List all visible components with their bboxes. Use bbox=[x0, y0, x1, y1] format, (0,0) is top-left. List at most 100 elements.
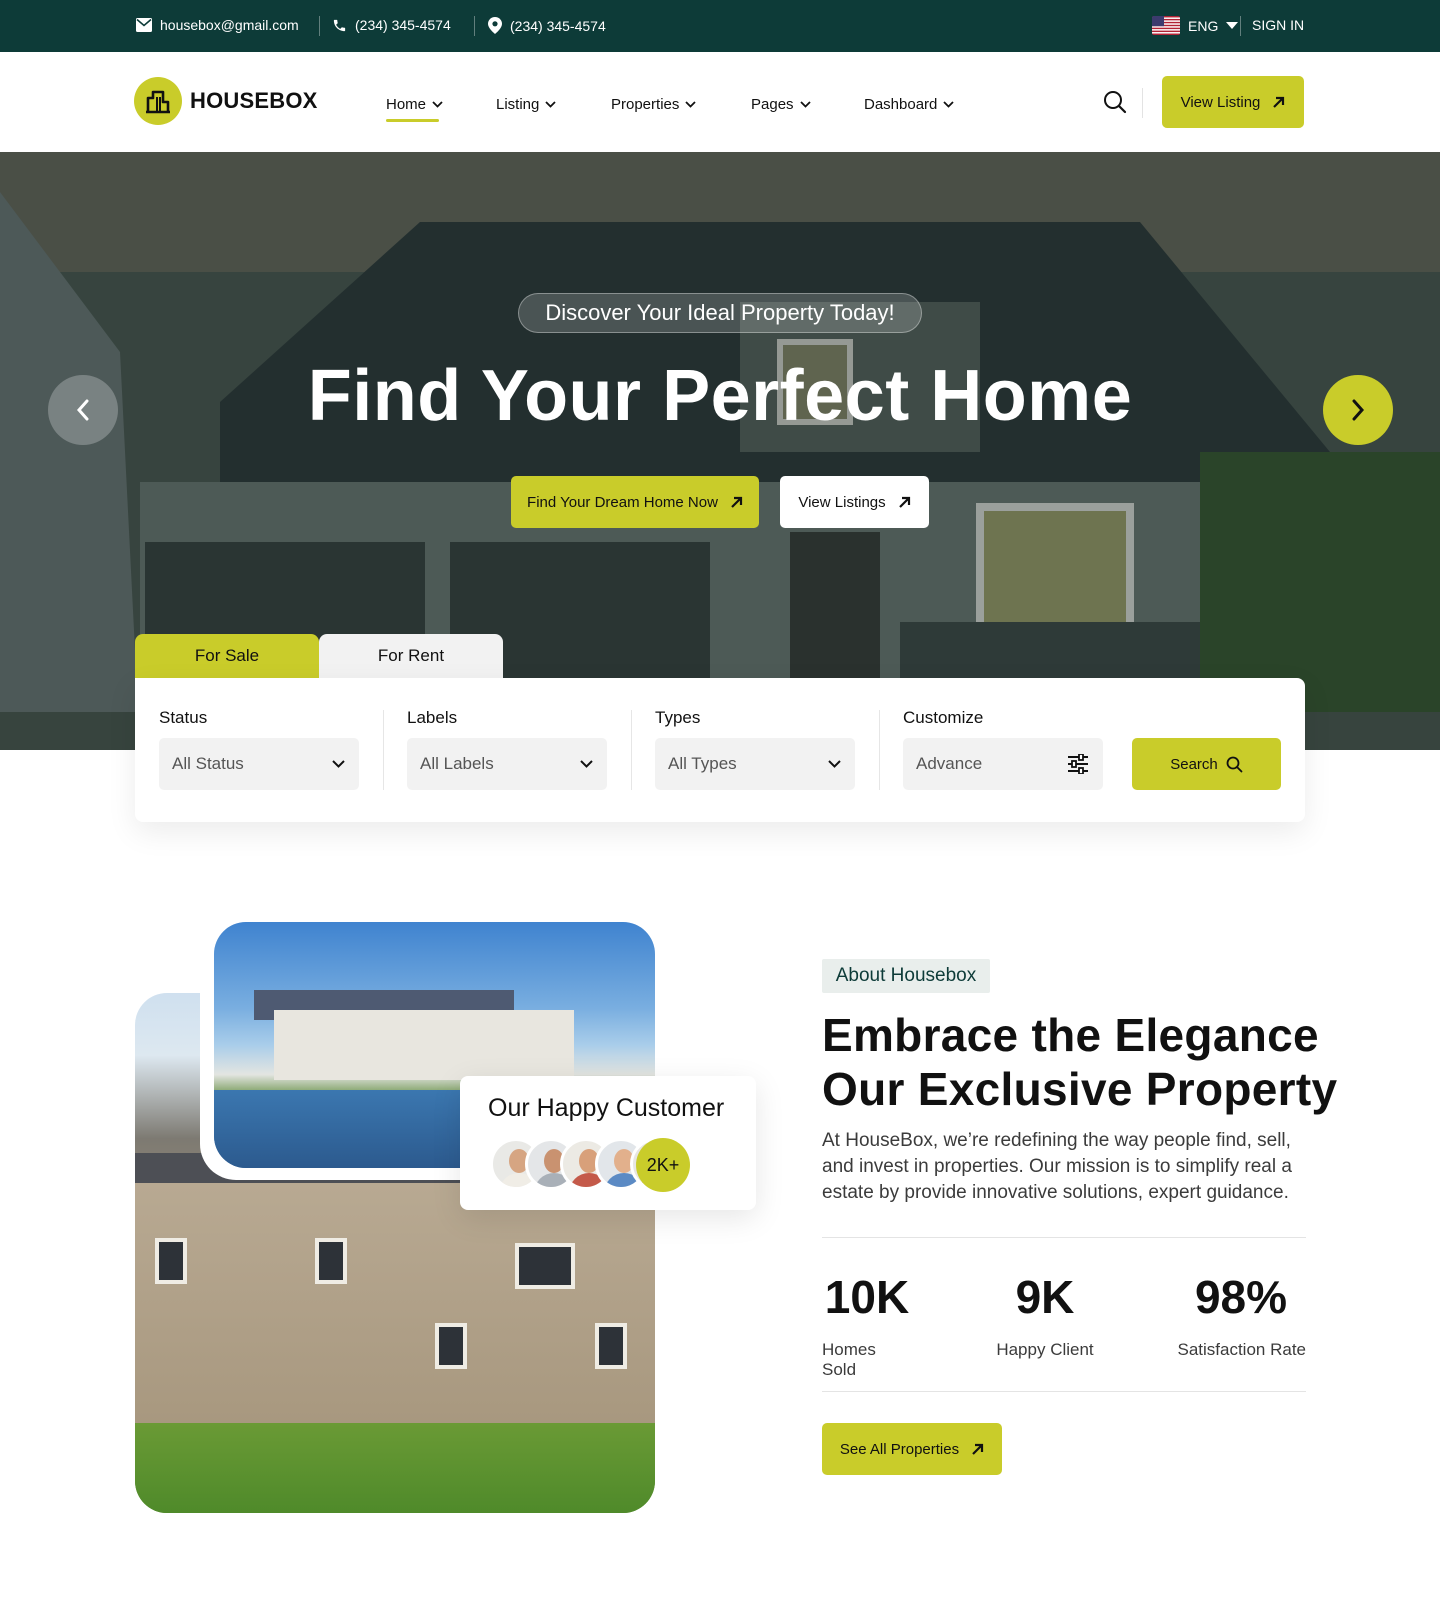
view-listings-button[interactable]: View Listings bbox=[780, 476, 929, 528]
tab-for-sale[interactable]: For Sale bbox=[135, 634, 319, 678]
stat-homes-sold-label: Homes Sold bbox=[822, 1340, 876, 1379]
stat-happy-client-value: 9K bbox=[1015, 1271, 1075, 1323]
arrow-up-right-icon bbox=[731, 496, 743, 508]
happy-customer-title: Our Happy Customer bbox=[488, 1094, 725, 1122]
customer-count-badge: 2K+ bbox=[636, 1138, 690, 1192]
sign-in-text: SIGN IN bbox=[1252, 17, 1305, 33]
divider bbox=[383, 710, 384, 790]
see-all-properties-button[interactable]: See All Properties bbox=[822, 1423, 1002, 1475]
about-title-line: Embrace the Elegance bbox=[822, 1009, 1319, 1061]
chevron-left-icon bbox=[76, 399, 89, 421]
select-value: All Labels bbox=[420, 754, 494, 773]
about-title-line: Our Exclusive Property bbox=[822, 1063, 1338, 1115]
email-text: housebox@gmail.com bbox=[160, 17, 299, 33]
location-text: (234) 345-4574 bbox=[510, 17, 606, 34]
nav-listing[interactable]: Listing bbox=[496, 96, 556, 113]
email-contact[interactable]: housebox@gmail.com bbox=[136, 17, 299, 33]
building-logo-icon bbox=[134, 77, 182, 125]
divider bbox=[319, 16, 320, 36]
language-selector[interactable]: ENG bbox=[1152, 16, 1239, 35]
caret-down-icon bbox=[1226, 21, 1239, 29]
arrow-up-right-icon bbox=[1273, 96, 1285, 108]
find-dream-home-button[interactable]: Find Your Dream Home Now bbox=[511, 476, 759, 528]
select-value: All Status bbox=[172, 754, 244, 773]
location-contact[interactable]: (234) 345-4574 bbox=[488, 17, 606, 34]
divider bbox=[1240, 16, 1241, 36]
property-search-panel: Status All Status Labels All Labels Type… bbox=[135, 678, 1305, 822]
labels-select[interactable]: All Labels bbox=[407, 738, 607, 790]
status-select[interactable]: All Status bbox=[159, 738, 359, 790]
phone-text: (234) 345-4574 bbox=[355, 17, 451, 33]
button-label: Find Your Dream Home Now bbox=[527, 493, 718, 511]
hero-tagline: Discover Your Ideal Property Today! bbox=[518, 293, 922, 333]
divider bbox=[822, 1391, 1306, 1392]
sign-in-link[interactable]: SIGN IN bbox=[1252, 17, 1304, 33]
tab-for-rent[interactable]: For Rent bbox=[319, 634, 503, 678]
divider bbox=[822, 1237, 1306, 1238]
divider bbox=[474, 16, 475, 36]
stat-satisfaction-label: Satisfaction Rate bbox=[1177, 1340, 1306, 1359]
chevron-down-icon bbox=[580, 760, 593, 768]
hero-title: Find Your Perfect Home bbox=[307, 356, 1133, 436]
search-icon[interactable] bbox=[1102, 89, 1128, 115]
slider-prev-button[interactable] bbox=[48, 375, 118, 445]
nav-pages[interactable]: Pages bbox=[751, 96, 811, 113]
chevron-down-icon bbox=[828, 760, 841, 768]
nav-label: Pages bbox=[751, 96, 794, 113]
button-label: View Listings bbox=[798, 493, 886, 511]
chevron-down-icon bbox=[943, 101, 955, 108]
select-value: All Types bbox=[668, 754, 737, 773]
button-label: Search bbox=[1170, 755, 1218, 773]
nav-dashboard[interactable]: Dashboard bbox=[864, 96, 955, 113]
select-value: Advance bbox=[916, 754, 983, 773]
divider bbox=[1142, 88, 1143, 118]
active-nav-indicator bbox=[386, 119, 439, 122]
stat-homes-sold-value: 10K bbox=[824, 1271, 910, 1323]
nav-properties[interactable]: Properties bbox=[611, 96, 697, 113]
nav-home[interactable]: Home bbox=[386, 96, 443, 113]
happy-customer-card: Our Happy Customer bbox=[460, 1076, 756, 1210]
labels-label: Labels bbox=[407, 708, 458, 727]
about-title: Embrace the Elegance Our Exclusive Prope… bbox=[822, 1008, 1342, 1116]
location-pin-icon bbox=[488, 17, 502, 34]
chevron-down-icon bbox=[332, 760, 345, 768]
button-label: See All Properties bbox=[839, 1440, 960, 1458]
section-tag: About Housebox bbox=[822, 959, 990, 993]
chevron-down-icon bbox=[545, 101, 556, 108]
phone-icon bbox=[333, 19, 346, 31]
chevron-down-icon bbox=[685, 101, 697, 108]
types-select[interactable]: All Types bbox=[655, 738, 855, 790]
nav-label: Dashboard bbox=[864, 96, 938, 113]
customer-avatars bbox=[490, 1138, 730, 1194]
arrow-up-right-icon bbox=[898, 496, 910, 508]
phone-contact[interactable]: (234) 345-4574 bbox=[332, 17, 451, 33]
mail-icon bbox=[136, 18, 152, 32]
sliders-icon bbox=[1068, 754, 1088, 774]
nav-label: Home bbox=[386, 96, 427, 113]
divider bbox=[879, 710, 880, 790]
top-bar: housebox@gmail.com (234) 345-4574 (234) … bbox=[0, 0, 1440, 52]
language-label: ENG bbox=[1188, 17, 1219, 34]
chevron-right-icon bbox=[1352, 399, 1365, 421]
arrow-up-right-icon bbox=[972, 1443, 984, 1455]
nav-label: Properties bbox=[611, 96, 680, 113]
logo[interactable]: HOUSEBOX bbox=[134, 77, 318, 125]
search-icon bbox=[1226, 756, 1243, 772]
about-description: At HouseBox, we’re redefining the way pe… bbox=[822, 1130, 1292, 1203]
search-button[interactable]: Search bbox=[1132, 738, 1281, 790]
view-listing-button[interactable]: View Listing bbox=[1162, 76, 1304, 128]
status-label: Status bbox=[159, 708, 208, 727]
chevron-down-icon bbox=[432, 101, 443, 108]
advance-filter-button[interactable]: Advance bbox=[903, 738, 1103, 790]
types-label: Types bbox=[655, 708, 701, 727]
stat-happy-client-label: Happy Client bbox=[996, 1340, 1094, 1359]
main-header: HOUSEBOX Home Listing Properties Pages D… bbox=[0, 52, 1440, 152]
stat-satisfaction-value: 98% bbox=[1194, 1271, 1288, 1323]
slider-next-button[interactable] bbox=[1323, 375, 1393, 445]
customize-label: Customize bbox=[903, 708, 984, 727]
logo-text: HOUSEBOX bbox=[190, 88, 318, 113]
chevron-down-icon bbox=[799, 101, 811, 108]
nav-label: Listing bbox=[496, 96, 540, 113]
divider bbox=[631, 710, 632, 790]
us-flag-icon bbox=[1152, 16, 1180, 35]
